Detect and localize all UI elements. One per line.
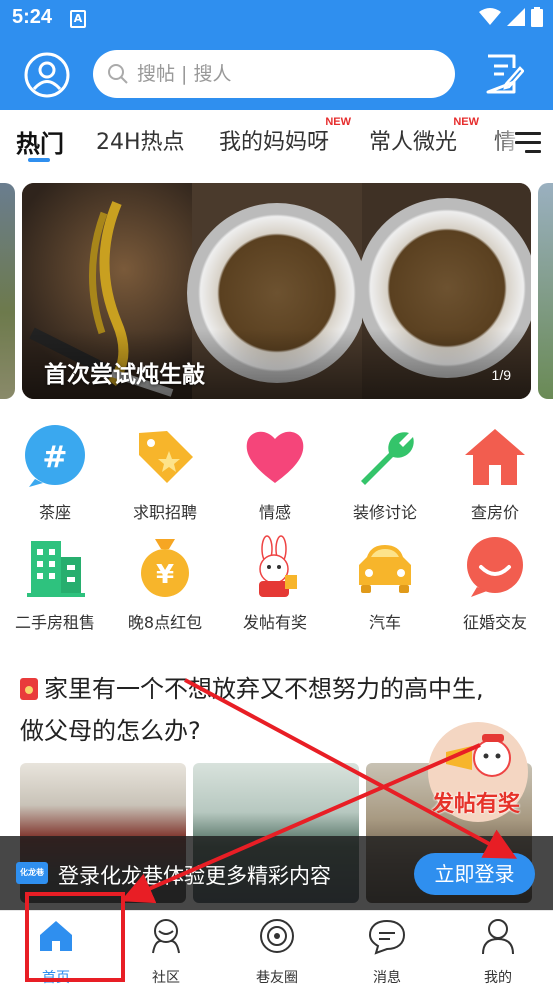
signal-icon [507, 8, 525, 26]
banner-counter: 1/9 [491, 367, 511, 383]
nav-label: 消息 [373, 970, 401, 986]
nav-label: 我的 [484, 970, 512, 986]
community-icon [152, 919, 180, 954]
post-reward-float-badge[interactable]: 发帖有奖 [420, 722, 532, 822]
category-post-reward[interactable]: 发帖有奖 [220, 535, 330, 633]
write-post-button[interactable] [484, 52, 525, 96]
banner-slide[interactable]: 首次尝试炖生敲 1/9 [22, 183, 531, 399]
battery-icon [531, 7, 543, 27]
hash-bubble-icon: # [25, 425, 85, 487]
search-input[interactable] [137, 50, 437, 98]
search-box[interactable] [93, 50, 455, 98]
category-decoration[interactable]: 装修讨论 [330, 425, 440, 523]
category-house-price[interactable]: 查房价 [440, 425, 550, 523]
smile-bubble-icon [467, 537, 523, 597]
car-icon [359, 545, 411, 593]
category-label: 晚8点红包 [127, 613, 203, 632]
circle-icon [260, 919, 294, 953]
category-jobs[interactable]: 求职招聘 [110, 425, 220, 523]
category-label: 二手房租售 [14, 613, 95, 632]
login-prompt: 登录化龙巷体验更多精彩内容 [58, 864, 331, 888]
app-header [0, 38, 553, 110]
nav-profile[interactable]: 我的 [458, 917, 538, 987]
user-avatar-button[interactable] [24, 52, 70, 98]
wrench-icon [361, 432, 414, 485]
post-title-line-2: 做父母的怎么办? [20, 717, 201, 745]
category-label: 征婚交友 [462, 613, 527, 632]
category-label: 装修讨论 [352, 503, 417, 522]
next-slide[interactable] [538, 183, 553, 399]
status-bar: 5:24 A [0, 0, 553, 38]
money-bag-icon: ¥ [141, 539, 189, 597]
category-label: 茶座 [38, 503, 71, 522]
category-car[interactable]: 汽车 [330, 535, 440, 633]
svg-text:#: # [42, 440, 67, 475]
system-icons [479, 7, 543, 27]
category-red-packet[interactable]: ¥ 晚8点红包 [110, 535, 220, 633]
nav-community[interactable]: 社区 [126, 917, 206, 987]
category-label: 查房价 [470, 503, 519, 522]
menu-icon[interactable] [515, 132, 541, 153]
red-packet-icon [20, 678, 38, 700]
banner-caption: 首次尝试炖生敲 [44, 362, 205, 388]
tab-label: 24H热点 [96, 130, 185, 155]
tab-my-mom[interactable]: 我的妈妈呀 NEW [219, 116, 351, 156]
nav-messages[interactable]: 消息 [347, 917, 427, 987]
annotation-highlight-box [25, 892, 125, 982]
active-tab-indicator [28, 158, 50, 162]
building-icon [27, 541, 85, 597]
banner-carousel[interactable]: 首次尝试炖生敲 1/9 [0, 183, 553, 399]
edit-note-icon [486, 54, 525, 94]
svg-text:¥: ¥ [156, 560, 174, 590]
tab-label: 我的妈妈呀 [219, 130, 330, 155]
nav-label: 社区 [152, 970, 180, 986]
tab-hot[interactable]: 热门 [16, 124, 64, 159]
star-tag-icon [139, 431, 193, 483]
rabbit-mascot-icon [259, 535, 297, 597]
post-title-line-1: 家里有一个不想放弃又不想努力的高中生, [44, 675, 484, 703]
wifi-icon [479, 8, 501, 25]
user-avatar-icon [24, 52, 70, 98]
category-label: 求职招聘 [132, 503, 197, 522]
tab-24h-hot[interactable]: 24H热点 [96, 124, 185, 156]
notification-a-icon: A [70, 10, 86, 28]
status-time: 5:24 [12, 6, 53, 28]
category-label: 情感 [258, 503, 291, 522]
house-icon [465, 429, 525, 485]
mascot-icon [446, 734, 511, 777]
category-tea-house[interactable]: # 茶座 [0, 425, 110, 523]
category-emotion[interactable]: 情感 [220, 425, 330, 523]
tab-label: 热门 [16, 130, 64, 158]
category-label: 汽车 [368, 613, 401, 632]
nav-circle[interactable]: 巷友圈 [237, 917, 317, 987]
tab-ordinary-light[interactable]: 常人微光 NEW [369, 116, 479, 156]
category-label: 发帖有奖 [242, 613, 307, 632]
heart-icon [246, 431, 304, 483]
category-tabs: 热门 24H热点 我的妈妈呀NEW 常人微光NEW 情 [0, 110, 553, 172]
search-icon [108, 64, 128, 84]
profile-icon [482, 919, 514, 955]
previous-slide[interactable] [0, 183, 15, 399]
new-badge: NEW [453, 116, 480, 128]
new-badge: NEW [325, 116, 352, 128]
category-second-hand-house[interactable]: 二手房租售 [0, 535, 110, 633]
message-icon [368, 919, 406, 955]
tab-label: 常人微光 [369, 130, 458, 155]
login-button[interactable]: 立即登录 [414, 853, 535, 895]
app-logo: 化龙巷 [16, 862, 48, 884]
category-dating[interactable]: 征婚交友 [440, 535, 550, 633]
nav-label: 巷友圈 [256, 970, 298, 986]
float-badge-text: 发帖有奖 [431, 792, 520, 817]
